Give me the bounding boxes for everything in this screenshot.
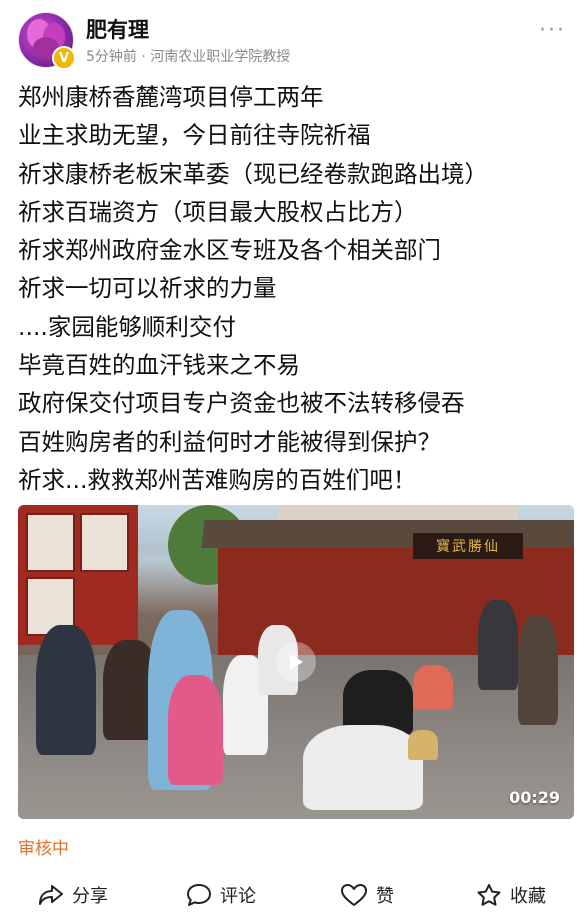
ellipsis-icon[interactable]: ···	[539, 18, 566, 43]
post-body: 郑州康桥香麓湾项目停工两年 业主求助无望，今日前往寺院祈福 祈求康桥老板宋革委（…	[18, 78, 574, 499]
play-icon[interactable]	[276, 642, 316, 682]
verified-badge-icon: V	[52, 46, 76, 70]
author-affiliation: 河南农业职业学院教授	[150, 49, 291, 65]
meta-separator: ·	[141, 49, 146, 65]
post-time: 5分钟前	[86, 49, 137, 65]
video-duration: 00:29	[509, 788, 560, 807]
like-label: 赞	[376, 886, 394, 907]
comment-icon	[187, 884, 211, 906]
share-button[interactable]: 分享	[38, 882, 108, 908]
share-label: 分享	[72, 886, 108, 907]
action-bar: 分享 评论 赞 收藏	[0, 878, 586, 918]
post-line: 祈求...救救郑州苦难购房的百姓们吧！	[18, 465, 417, 494]
video-frame-person	[303, 725, 423, 810]
post-line: 祈求百瑞资方（项目最大股权占比方）	[18, 197, 418, 226]
heart-icon	[341, 884, 367, 906]
comment-label: 评论	[220, 886, 256, 907]
video-frame-person	[518, 615, 558, 725]
share-icon	[39, 885, 63, 905]
temple-sign: 寶武勝仙	[413, 533, 523, 559]
video-frame-person	[36, 625, 96, 755]
favorite-label: 收藏	[510, 886, 546, 907]
username[interactable]: 肥有理	[86, 14, 149, 44]
video-frame-person	[478, 600, 518, 690]
post-line: 毕竟百姓的血汗钱来之不易	[18, 351, 300, 380]
video-frame-person	[413, 665, 453, 710]
post-line: 政府保交付项目专户资金也被不法转移侵吞	[18, 389, 465, 418]
video-frame-person	[168, 675, 223, 785]
post-line: 百姓购房者的利益何时才能被得到保护？	[18, 427, 441, 456]
review-status: 审核中	[18, 839, 69, 859]
post-line: 业主求助无望，今日前往寺院祈福	[18, 121, 371, 150]
like-button[interactable]: 赞	[340, 882, 394, 908]
star-icon	[477, 884, 501, 906]
post-line: ....家园能够顺利交付	[18, 312, 236, 341]
video-player[interactable]: 寶武勝仙 00:29	[18, 505, 574, 819]
comment-button[interactable]: 评论	[186, 882, 256, 908]
favorite-button[interactable]: 收藏	[476, 882, 546, 908]
post-line: 郑州康桥香麓湾项目停工两年	[18, 83, 324, 111]
post-meta: 5分钟前 · 河南农业职业学院教授	[86, 46, 290, 66]
post-line: 祈求康桥老板宋革委（现已经卷款跑路出境）	[18, 159, 488, 188]
video-frame-person	[408, 730, 438, 760]
post-line: 祈求郑州政府金水区专班及各个相关部门	[18, 236, 441, 265]
video-frame-building	[18, 505, 138, 645]
post-header: V 肥有理 5分钟前 · 河南农业职业学院教授 ···	[0, 0, 586, 78]
post-line: 祈求一切可以祈求的力量	[18, 274, 277, 303]
